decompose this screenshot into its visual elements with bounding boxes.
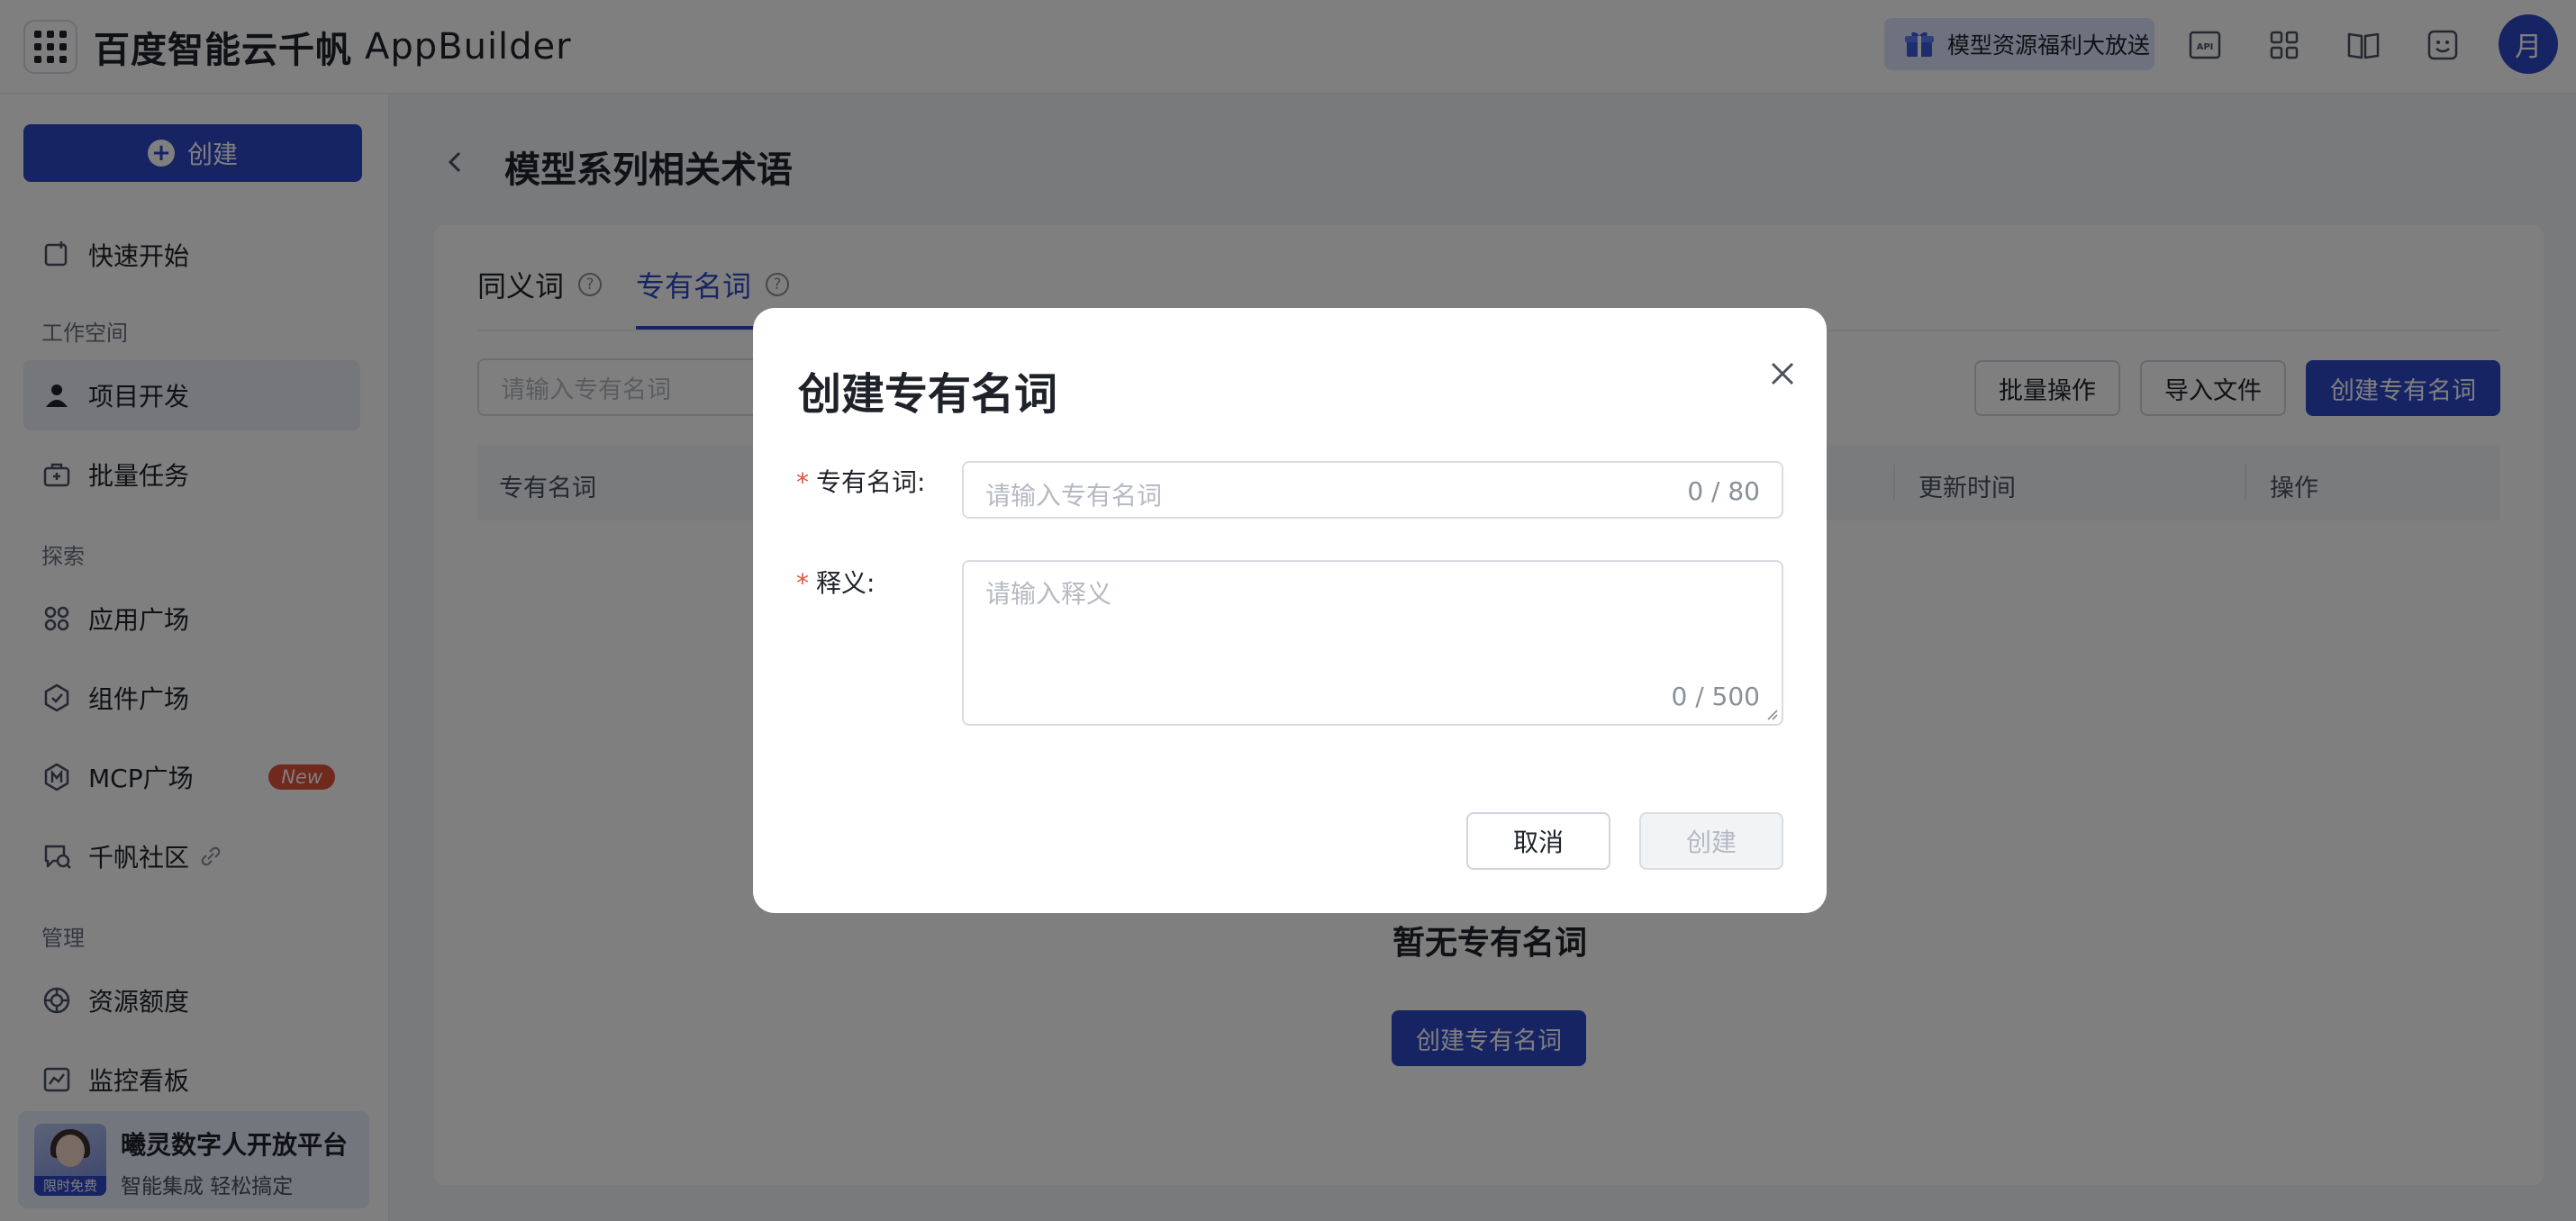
term-field-label: * 专有名词: <box>796 463 925 499</box>
term-placeholder: 请输入专有名词 <box>985 481 1163 511</box>
create-term-modal: 创建专有名词 * 专有名词: 请输入专有名词 0 / 80 * 释义: 请输入释义 … <box>753 308 1827 913</box>
term-char-count: 0 / 80 <box>1687 476 1760 506</box>
create-button-disabled[interactable]: 创建 <box>1639 812 1783 870</box>
resize-handle-icon[interactable] <box>1765 708 1778 720</box>
definition-label-text: 释义: <box>816 568 875 598</box>
modal-title: 创建专有名词 <box>798 369 1058 420</box>
required-mark: * <box>796 467 809 497</box>
definition-textarea[interactable]: 请输入释义 0 / 500 <box>962 560 1783 726</box>
term-input[interactable]: 请输入专有名词 0 / 80 <box>962 461 1783 519</box>
term-label-text: 专有名词: <box>816 467 926 497</box>
definition-field-label: * 释义: <box>796 564 875 600</box>
cancel-button[interactable]: 取消 <box>1466 812 1610 870</box>
definition-placeholder: 请输入释义 <box>985 579 1112 609</box>
close-icon[interactable] <box>1767 358 1798 389</box>
definition-char-count: 0 / 500 <box>1671 682 1761 711</box>
required-mark: * <box>796 568 809 598</box>
